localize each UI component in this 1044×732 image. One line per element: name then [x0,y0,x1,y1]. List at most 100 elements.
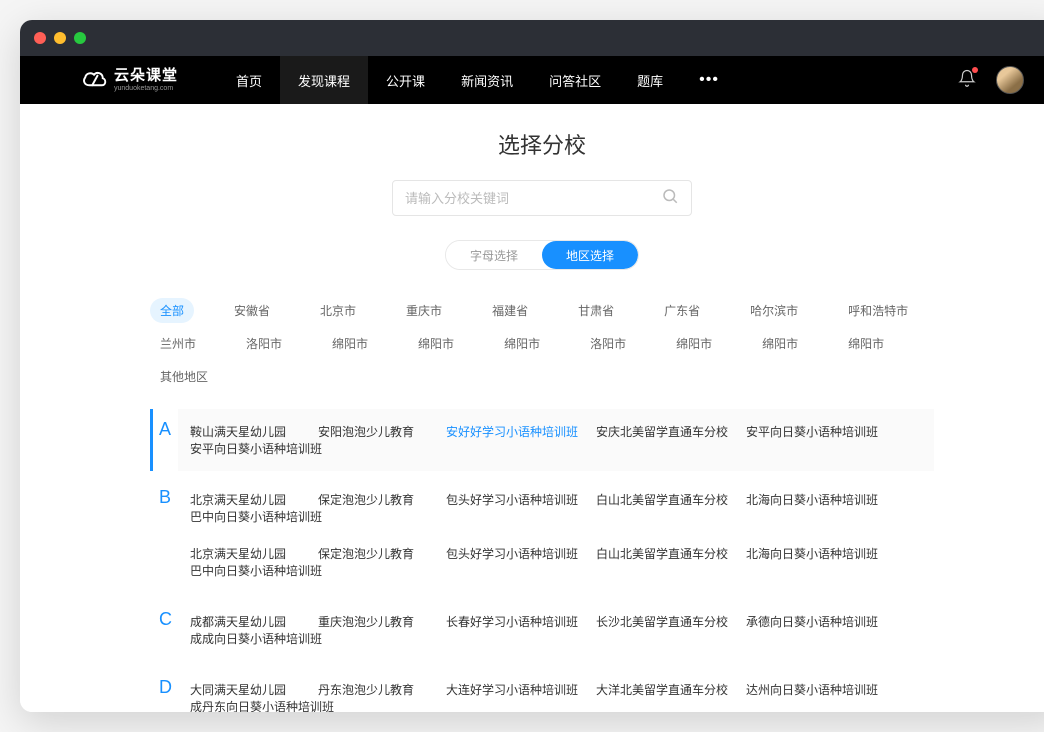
school-item[interactable]: 成都满天星幼儿园 [190,613,300,630]
logo-text: 云朵课堂 yunduoketang.com [114,68,178,92]
region-chip[interactable]: 哈尔滨市 [740,298,808,323]
window-minimize-button[interactable] [54,32,66,44]
region-chip[interactable]: 安徽省 [224,298,280,323]
school-item[interactable]: 安好好学习小语种培训班 [446,423,578,440]
school-item[interactable]: 安阳泡泡少儿教育 [318,423,428,440]
logo-sub: yunduoketang.com [114,85,178,92]
school-item[interactable]: 保定泡泡少儿教育 [318,491,428,508]
logo-icon [80,66,108,94]
letter-group: C 成都满天星幼儿园 重庆泡泡少儿教育 长春好学习小语种培训班 长沙北美留学直通车分校 承… [150,599,934,661]
school-row: 鞍山满天星幼儿园安阳泡泡少儿教育安好好学习小语种培训班安庆北美留学直通车分校安平… [190,413,934,467]
window-maximize-button[interactable] [74,32,86,44]
school-item[interactable]: 北京满天星幼儿园 [190,491,300,508]
user-avatar[interactable] [996,66,1024,94]
school-row: 北京满天星幼儿园 保定泡泡少儿教育 包头好学习小语种培训班 白山北美留学直通车分校 北海… [190,481,934,535]
school-item[interactable]: 达州向日葵小语种培训班 [746,681,878,698]
search-wrap [20,180,1044,216]
school-item[interactable]: 安平向日葵小语种培训班 [190,440,322,457]
main-nav: 首页发现课程公开课新闻资讯问答社区题库••• [218,56,737,104]
region-chip[interactable]: 绵阳市 [752,331,808,356]
school-item[interactable]: 成丹东向日葵小语种培训班 [190,698,334,712]
letter-label: B [150,477,178,593]
school-rows: 成都满天星幼儿园 重庆泡泡少儿教育 长春好学习小语种培训班 长沙北美留学直通车分校 承德… [178,599,934,661]
letter-group: D 大同满天星幼儿园 丹东泡泡少儿教育 大连好学习小语种培训班 大洋北美留学直通车分校 达… [150,667,934,712]
mode-toggle-option[interactable]: 字母选择 [446,241,542,269]
nav-item[interactable]: 首页 [218,56,280,104]
school-item[interactable]: 白山北美留学直通车分校 [596,491,728,508]
school-row: 北京满天星幼儿园 保定泡泡少儿教育 包头好学习小语种培训班 白山北美留学直通车分校 北海… [190,535,934,589]
region-chip[interactable]: 重庆市 [396,298,452,323]
school-item[interactable]: 丹东泡泡少儿教育 [318,681,428,698]
school-list: A鞍山满天星幼儿园安阳泡泡少儿教育安好好学习小语种培训班安庆北美留学直通车分校安… [20,409,1044,712]
school-rows: 鞍山满天星幼儿园安阳泡泡少儿教育安好好学习小语种培训班安庆北美留学直通车分校安平… [178,409,934,471]
school-item[interactable]: 大同满天星幼儿园 [190,681,300,698]
header-right [958,66,1024,94]
region-chip[interactable]: 洛阳市 [236,331,292,356]
mode-toggle: 字母选择地区选择 [20,240,1044,270]
school-item[interactable]: 北海向日葵小语种培训班 [746,491,878,508]
region-chip[interactable]: 全部 [150,298,194,323]
region-chip[interactable]: 北京市 [310,298,366,323]
toggle-group: 字母选择地区选择 [445,240,639,270]
school-item[interactable]: 北海向日葵小语种培训班 [746,545,878,562]
school-item[interactable]: 白山北美留学直通车分校 [596,545,728,562]
region-chip[interactable]: 绵阳市 [408,331,464,356]
school-item[interactable]: 鞍山满天星幼儿园 [190,423,300,440]
region-chip[interactable]: 绵阳市 [494,331,550,356]
region-chip[interactable]: 绵阳市 [666,331,722,356]
school-item[interactable]: 重庆泡泡少儿教育 [318,613,428,630]
bell-icon [958,74,976,91]
school-item[interactable]: 包头好学习小语种培训班 [446,491,578,508]
page-content: 选择分校 字母选择地区选择 全部 安徽省 北京市 重庆市 福建省 甘肃省 广东省 哈尔滨市 呼和… [20,104,1044,712]
mode-toggle-option[interactable]: 地区选择 [542,241,638,269]
notification-dot-icon [972,67,978,73]
school-item[interactable]: 长沙北美留学直通车分校 [596,613,728,630]
school-item[interactable]: 大洋北美留学直通车分校 [596,681,728,698]
school-item[interactable]: 安平向日葵小语种培训班 [746,423,878,440]
letter-group: B北京满天星幼儿园保定泡泡少儿教育包头好学习小语种培训班白山北美留学直通车分校北… [150,477,934,593]
logo[interactable]: 云朵课堂 yunduoketang.com [80,66,178,94]
search-box[interactable] [392,180,692,216]
notifications-button[interactable] [958,69,976,92]
school-item[interactable]: 北京满天星幼儿园 [190,545,300,562]
letter-label: A [150,409,178,471]
school-rows: 北京满天星幼儿园保定泡泡少儿教育包头好学习小语种培训班白山北美留学直通车分校北海… [178,477,934,593]
search-icon [661,187,679,210]
nav-item[interactable]: 问答社区 [531,56,619,104]
region-filter: 全部 安徽省 北京市 重庆市 福建省 甘肃省 广东省 哈尔滨市 呼和浩特市兰州市 洛阳市 绵阳市 绵阳… [20,298,1044,389]
school-row: 成都满天星幼儿园 重庆泡泡少儿教育 长春好学习小语种培训班 长沙北美留学直通车分校 承德… [190,603,934,657]
region-chip[interactable]: 甘肃省 [568,298,624,323]
nav-more-button[interactable]: ••• [681,71,737,89]
region-chip[interactable]: 绵阳市 [838,331,894,356]
school-item[interactable]: 大连好学习小语种培训班 [446,681,578,698]
search-input[interactable] [405,191,661,206]
region-chip[interactable]: 福建省 [482,298,538,323]
school-item[interactable]: 巴中向日葵小语种培训班 [190,508,322,525]
region-chip[interactable]: 广东省 [654,298,710,323]
app-window: 云朵课堂 yunduoketang.com 首页发现课程公开课新闻资讯问答社区题… [20,20,1044,712]
region-chip[interactable]: 兰州市 [150,331,206,356]
school-item[interactable]: 保定泡泡少儿教育 [318,545,428,562]
region-chip[interactable]: 其他地区 [150,364,218,389]
school-item[interactable]: 承德向日葵小语种培训班 [746,613,878,630]
region-chip[interactable]: 洛阳市 [580,331,636,356]
letter-group: A鞍山满天星幼儿园安阳泡泡少儿教育安好好学习小语种培训班安庆北美留学直通车分校安… [150,409,934,471]
school-item[interactable]: 安庆北美留学直通车分校 [596,423,728,440]
school-item[interactable]: 包头好学习小语种培训班 [446,545,578,562]
region-chip[interactable]: 呼和浩特市 [838,298,918,323]
school-item[interactable]: 长春好学习小语种培训班 [446,613,578,630]
school-item[interactable]: 成成向日葵小语种培训班 [190,630,322,647]
letter-label: D [150,667,178,712]
nav-item[interactable]: 新闻资讯 [443,56,531,104]
window-close-button[interactable] [34,32,46,44]
nav-item[interactable]: 题库 [619,56,681,104]
school-rows: 大同满天星幼儿园 丹东泡泡少儿教育 大连好学习小语种培训班 大洋北美留学直通车分校 达州… [178,667,934,712]
nav-item[interactable]: 发现课程 [280,56,368,104]
region-chip[interactable]: 绵阳市 [322,331,378,356]
page-title: 选择分校 [20,128,1044,160]
region-row: 全部 安徽省 北京市 重庆市 福建省 甘肃省 广东省 哈尔滨市 呼和浩特市兰州市 洛阳市 绵阳市 绵阳… [150,298,934,389]
school-item[interactable]: 巴中向日葵小语种培训班 [190,562,322,579]
nav-item[interactable]: 公开课 [368,56,443,104]
logo-main: 云朵课堂 [114,68,178,83]
letter-label: C [150,599,178,661]
